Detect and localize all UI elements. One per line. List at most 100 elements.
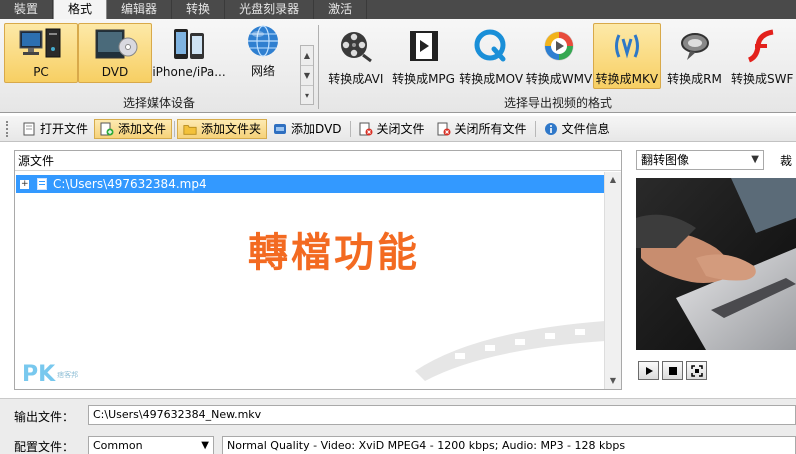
chevron-down-icon: ▼ — [201, 440, 209, 451]
convert-mov-button[interactable]: 转换成MOV — [457, 23, 525, 89]
open-file-button[interactable]: 打开文件 — [16, 119, 94, 139]
toolbar-separator — [534, 120, 536, 137]
source-scrollbar[interactable]: ▲ ▼ — [604, 172, 621, 389]
file-info-button[interactable]: 文件信息 — [538, 119, 616, 139]
tab-activate[interactable]: 激活 — [314, 0, 368, 19]
device-gallery: PC DVD iPhone/iPa... 网络 — [4, 23, 304, 87]
film-reel-icon — [338, 28, 374, 64]
close-file-button[interactable]: 关闭文件 — [353, 119, 431, 139]
convert-swf-button[interactable]: 转换成SWF — [728, 23, 796, 89]
devices-group-label: 选择媒体设备 — [122, 96, 195, 110]
flash-icon — [744, 28, 780, 64]
source-file-path: C:\Users\497632384.mp4 — [53, 177, 207, 191]
output-file-label: 输出文件： — [14, 410, 75, 424]
add-file-label: 添加文件 — [118, 122, 167, 136]
stop-icon — [668, 366, 677, 375]
format-gallery: 转换成AVI 转换成MPG 转换成MOV 转换成WMV 转换成MKV 转换成RM… — [322, 23, 796, 89]
toolbar-grip[interactable] — [6, 120, 10, 137]
device-dvd-button[interactable]: DVD — [78, 23, 152, 83]
convert-mpg-label: 转换成MPG — [392, 72, 455, 86]
formats-group-label: 选择导出视频的格式 — [503, 96, 612, 110]
source-column-header[interactable]: 源文件 — [15, 151, 621, 171]
add-folder-icon — [183, 122, 197, 136]
tab-convert[interactable]: 转换 — [172, 0, 226, 19]
film-strip-watermark-icon — [415, 301, 605, 384]
open-file-icon — [22, 122, 36, 136]
convert-avi-button[interactable]: 转换成AVI — [322, 23, 390, 89]
desktop-pc-icon — [18, 27, 64, 61]
info-icon — [544, 122, 558, 136]
convert-mov-label: 转换成MOV — [459, 72, 524, 86]
flip-image-select[interactable]: 翻转图像 ▼ — [636, 150, 764, 170]
file-toolbar: 打开文件 添加文件 添加文件夹 添加DVD 关闭文件 关闭所有文件 文件信息 — [0, 116, 796, 142]
ribbon: PC DVD iPhone/iPa... 网络 ▲ ▼ ▾ 选择媒体设备 转换成… — [0, 19, 796, 113]
convert-rm-button[interactable]: 转换成RM — [661, 23, 729, 89]
convert-mkv-button[interactable]: 转换成MKV — [593, 23, 661, 89]
close-all-button[interactable]: 关闭所有文件 — [431, 119, 533, 139]
fullscreen-icon — [690, 364, 703, 377]
preview-frame-image — [636, 178, 796, 350]
close-file-icon — [359, 122, 373, 136]
open-file-label: 打开文件 — [40, 122, 89, 136]
add-folder-button[interactable]: 添加文件夹 — [177, 118, 268, 139]
flip-image-value: 翻转图像 — [641, 153, 690, 167]
watermark-brand: PK — [22, 362, 56, 387]
scroll-up-icon[interactable]: ▲ — [605, 172, 621, 188]
convert-wmv-label: 转换成WMV — [525, 72, 593, 86]
globe-icon — [240, 24, 286, 58]
fullscreen-button[interactable] — [686, 361, 707, 380]
watermark-sub: 痞客邦 — [57, 370, 79, 379]
iphone-icon — [166, 27, 212, 61]
file-info-label: 文件信息 — [561, 122, 610, 136]
close-all-label: 关闭所有文件 — [454, 122, 527, 136]
overlay-caption: 轉檔功能 — [248, 230, 420, 276]
stop-button[interactable] — [662, 361, 683, 380]
profile-select[interactable]: Common ▼ — [88, 436, 214, 454]
play-button[interactable] — [638, 361, 659, 380]
mkv-icon — [609, 28, 645, 64]
device-iphone-button[interactable]: iPhone/iPa... — [152, 23, 226, 83]
convert-avi-label: 转换成AVI — [328, 72, 384, 86]
convert-wmv-button[interactable]: 转换成WMV — [525, 23, 593, 89]
chevron-down-icon: ▼ — [751, 154, 759, 165]
tab-format[interactable]: 格式 — [53, 0, 108, 19]
ribbon-tab-bar: 裝置 格式 编辑器 转换 光盘刻录器 激活 — [0, 0, 796, 19]
convert-swf-label: 转换成SWF — [731, 72, 794, 86]
video-preview — [636, 178, 796, 350]
scroll-down-icon[interactable]: ▼ — [301, 66, 313, 86]
tab-disc-burner[interactable]: 光盘刻录器 — [225, 0, 315, 19]
convert-mpg-button[interactable]: 转换成MPG — [390, 23, 458, 89]
tab-editor[interactable]: 编辑器 — [107, 0, 173, 19]
toolbar-separator — [349, 120, 351, 137]
quicktime-icon — [473, 28, 509, 64]
close-all-icon — [437, 122, 451, 136]
media-player-icon — [541, 28, 577, 64]
file-icon — [37, 178, 47, 190]
film-strip-icon — [406, 28, 442, 64]
play-icon — [645, 366, 653, 375]
dvd-disc-icon — [92, 27, 138, 61]
add-dvd-icon — [273, 122, 287, 136]
device-dvd-label: DVD — [101, 65, 129, 79]
add-file-button[interactable]: 添加文件 — [94, 118, 173, 139]
device-pc-button[interactable]: PC — [4, 23, 78, 83]
ribbon-separator — [318, 25, 319, 109]
scroll-down-icon[interactable]: ▼ — [605, 373, 621, 389]
site-watermark: PK 痞客邦 — [22, 362, 78, 387]
scroll-up-icon[interactable]: ▲ — [301, 46, 313, 66]
profile-description-field[interactable]: Normal Quality - Video: XviD MPEG4 - 120… — [222, 436, 796, 454]
device-iphone-label: iPhone/iPa... — [152, 65, 226, 79]
device-web-button[interactable]: 网络 — [226, 23, 300, 83]
device-pc-label: PC — [33, 65, 49, 79]
toolbar-separator — [174, 120, 176, 137]
tab-device[interactable]: 裝置 — [0, 0, 54, 19]
expand-icon[interactable]: + — [20, 179, 29, 189]
realmedia-icon — [677, 28, 713, 64]
source-file-row[interactable]: + C:\Users\497632384.mp4 — [16, 175, 604, 193]
profile-value: Common — [93, 439, 143, 452]
output-file-field[interactable]: C:\Users\497632384_New.mkv — [88, 405, 796, 425]
convert-mkv-label: 转换成MKV — [595, 72, 659, 86]
add-dvd-button[interactable]: 添加DVD — [267, 119, 347, 139]
crop-label: 裁 — [780, 154, 793, 168]
convert-rm-label: 转换成RM — [667, 72, 722, 86]
